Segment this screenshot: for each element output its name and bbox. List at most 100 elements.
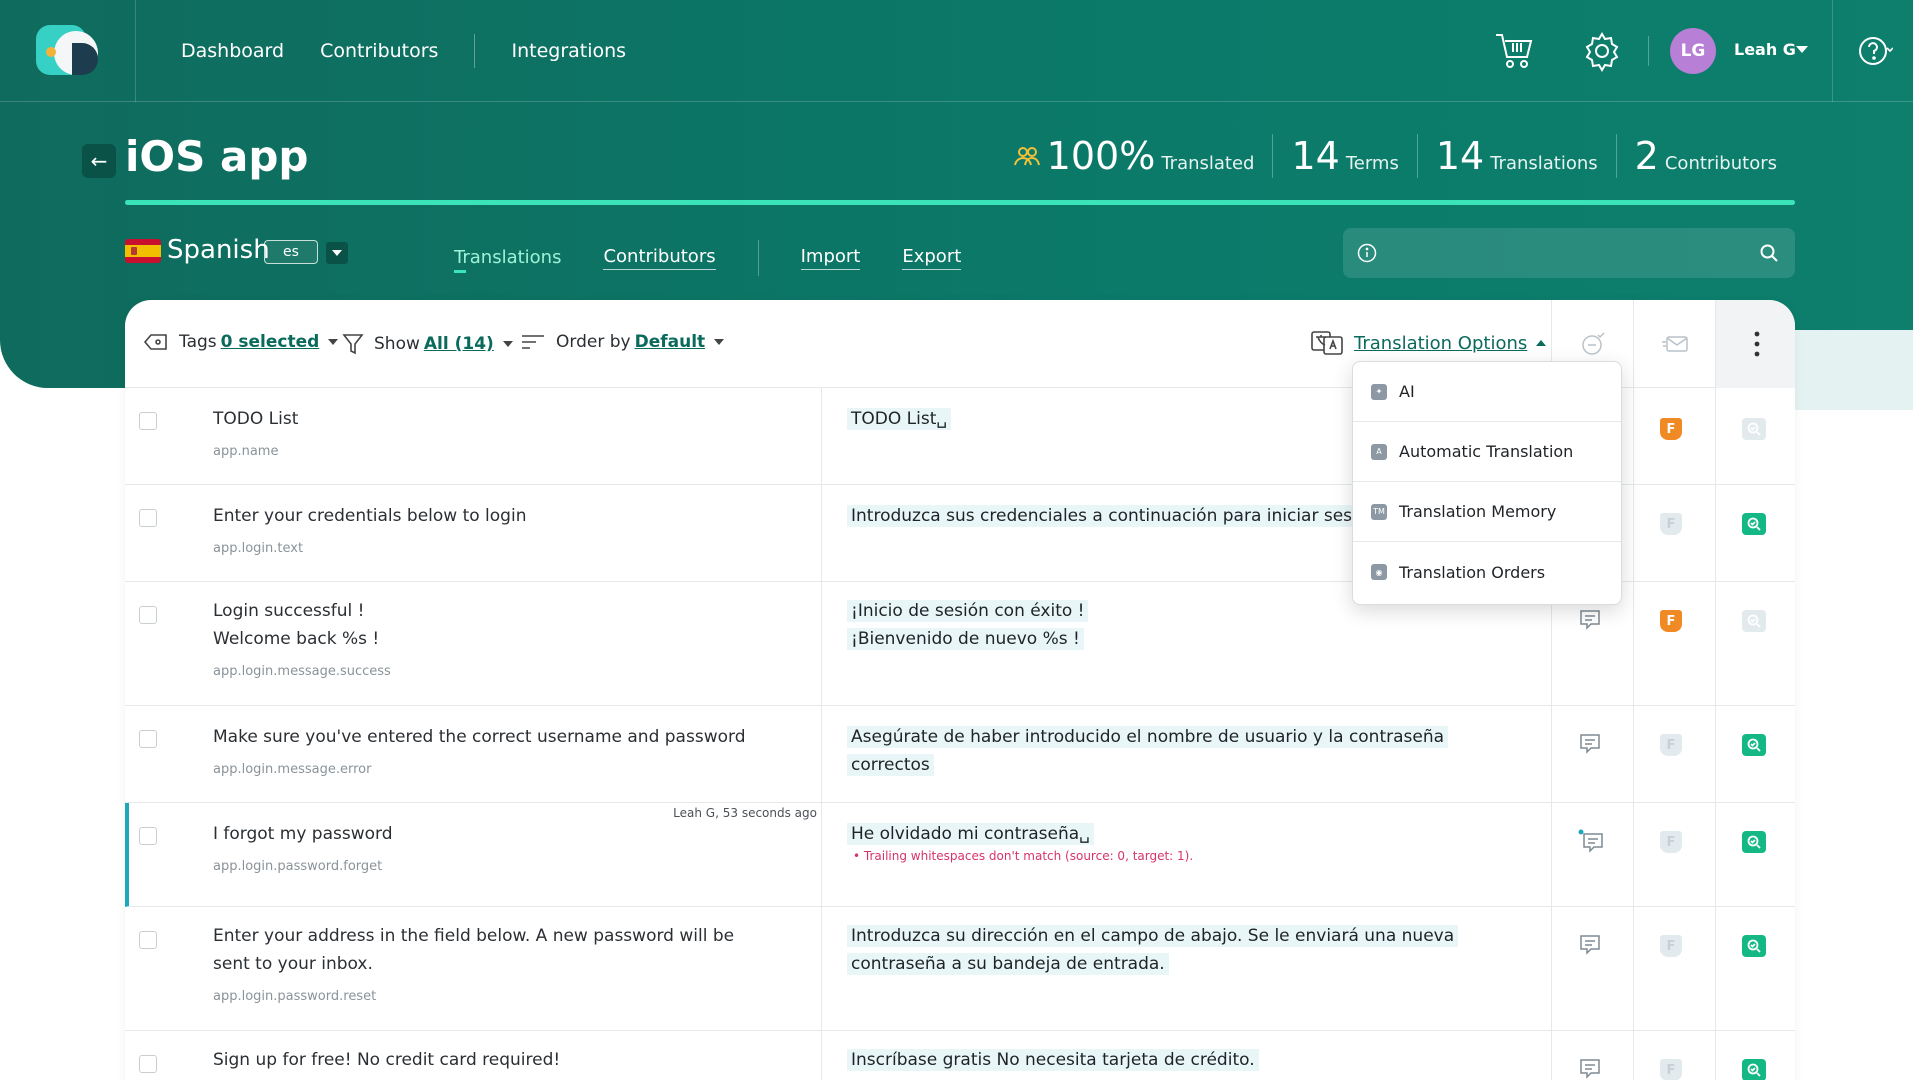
comment-icon[interactable]: [1578, 829, 1603, 853]
menu-item-ai[interactable]: ✦ AI: [1353, 362, 1621, 422]
cart-icon[interactable]: [1493, 30, 1537, 70]
last-edit-meta: Leah G, 53 seconds ago: [673, 806, 817, 820]
flag-cell[interactable]: F: [1660, 513, 1684, 537]
target-text-value[interactable]: He olvidado mi contraseña␣: [847, 823, 1094, 845]
flag-cell[interactable]: F: [1660, 610, 1684, 634]
row-checkbox[interactable]: [139, 606, 157, 624]
chevron-down-icon[interactable]: [328, 339, 339, 345]
review-cell[interactable]: [1742, 1059, 1766, 1080]
review-cell[interactable]: [1742, 935, 1766, 959]
row-checkbox[interactable]: [139, 730, 157, 748]
chevron-down-icon[interactable]: [502, 341, 513, 347]
translation-options-label[interactable]: Translation Options: [1354, 333, 1527, 354]
table-row[interactable]: Make sure you've entered the correct use…: [125, 706, 1795, 803]
tab-import[interactable]: Import: [800, 246, 861, 270]
translation-options-button[interactable]: Translation Options: [1310, 330, 1547, 356]
search-icon[interactable]: [1759, 243, 1779, 263]
user-avatar[interactable]: LG: [1670, 28, 1716, 74]
translated-percent: 100%: [1046, 134, 1156, 178]
review-check-icon[interactable]: [1742, 1059, 1766, 1080]
review-cell[interactable]: [1742, 418, 1766, 442]
flag-f-icon[interactable]: F: [1660, 610, 1682, 632]
chevron-up-icon[interactable]: [1536, 340, 1547, 346]
row-checkbox[interactable]: [139, 509, 157, 527]
flag-f-icon[interactable]: F: [1660, 513, 1682, 535]
row-checkbox[interactable]: [139, 412, 157, 430]
flag-cell[interactable]: F: [1660, 734, 1684, 758]
target-text[interactable]: Inscríbase gratis No necesita tarjeta de…: [847, 1046, 1497, 1074]
review-check-icon[interactable]: [1742, 513, 1766, 535]
review-check-icon[interactable]: [1742, 734, 1766, 756]
nav-integrations[interactable]: Integrations: [511, 40, 626, 62]
info-icon[interactable]: [1357, 243, 1377, 263]
row-checkbox[interactable]: [139, 1055, 157, 1073]
table-row[interactable]: I forgot my password app.login.password.…: [125, 803, 1795, 907]
show-filter[interactable]: Show All (14): [342, 332, 513, 356]
review-cell[interactable]: [1742, 610, 1766, 634]
tags-value[interactable]: 0 selected: [221, 332, 320, 352]
flag-cell[interactable]: F: [1660, 418, 1684, 442]
row-checkbox[interactable]: [139, 827, 157, 845]
target-text[interactable]: He olvidado mi contraseña␣: [847, 820, 1497, 848]
target-text-value[interactable]: Asegúrate de haber introducido el nombre…: [847, 726, 1449, 776]
show-value[interactable]: All (14): [424, 334, 494, 354]
flag-f-icon[interactable]: F: [1660, 935, 1682, 957]
col-header-more[interactable]: [1715, 300, 1795, 388]
search-input[interactable]: [1389, 238, 1729, 268]
term-key: app.login.message.error: [213, 762, 372, 777]
menu-item-automatic-translation[interactable]: A Automatic Translation: [1353, 422, 1621, 482]
more-vertical-icon[interactable]: [1754, 331, 1760, 357]
review-check-icon[interactable]: [1742, 610, 1766, 632]
review-check-icon[interactable]: [1742, 935, 1766, 957]
tags-filter[interactable]: Tags 0 selected: [143, 332, 339, 352]
order-filter[interactable]: Order by Default: [520, 332, 725, 352]
target-text-value[interactable]: TODO List␣: [847, 408, 952, 430]
chevron-down-icon[interactable]: [714, 339, 725, 345]
flag-cell[interactable]: F: [1660, 935, 1684, 959]
table-row[interactable]: Enter your address in the field below. A…: [125, 907, 1795, 1031]
flag-cell[interactable]: F: [1660, 1059, 1684, 1080]
help-icon[interactable]: [1857, 34, 1893, 68]
nav-contributors[interactable]: Contributors: [320, 40, 438, 62]
app-logo[interactable]: [36, 25, 98, 77]
tab-contributors[interactable]: Contributors: [603, 246, 716, 270]
target-text-value[interactable]: ¡Inicio de sesión con éxito ! ¡Bienvenid…: [847, 600, 1089, 650]
tab-export[interactable]: Export: [902, 246, 962, 270]
comment-icon[interactable]: [1578, 732, 1602, 756]
review-check-icon[interactable]: [1742, 831, 1766, 853]
order-icon: ◉: [1371, 564, 1387, 580]
review-cell[interactable]: [1742, 513, 1766, 537]
term-key: app.login.password.reset: [213, 989, 377, 1004]
flag-f-icon[interactable]: F: [1660, 831, 1682, 853]
flag-cell[interactable]: F: [1660, 831, 1684, 855]
col-header-flags[interactable]: [1633, 300, 1715, 388]
source-text: I forgot my password: [213, 824, 393, 844]
tab-translations[interactable]: Translations: [454, 247, 561, 273]
flag-f-icon[interactable]: F: [1660, 418, 1682, 440]
review-cell[interactable]: [1742, 831, 1766, 855]
target-text-value[interactable]: Introduzca su dirección en el campo de a…: [847, 925, 1459, 975]
user-name[interactable]: Leah G: [1734, 40, 1796, 59]
nav-dashboard[interactable]: Dashboard: [181, 40, 284, 62]
target-text[interactable]: Asegúrate de haber introducido el nombre…: [847, 723, 1487, 779]
review-cell[interactable]: [1742, 734, 1766, 758]
back-button[interactable]: ←: [82, 144, 116, 178]
language-dropdown-button[interactable]: [326, 242, 348, 264]
row-checkbox[interactable]: [139, 931, 157, 949]
settings-gear-icon[interactable]: [1581, 30, 1623, 72]
target-text-value[interactable]: Inscríbase gratis No necesita tarjeta de…: [847, 1049, 1259, 1071]
target-text-value[interactable]: Introduzca sus credenciales a continuaci…: [847, 505, 1382, 527]
review-check-icon[interactable]: [1742, 418, 1766, 440]
order-value[interactable]: Default: [635, 332, 706, 352]
comment-icon[interactable]: [1578, 608, 1602, 632]
comment-icon[interactable]: [1578, 1057, 1602, 1080]
menu-item-translation-orders[interactable]: ◉ Translation Orders: [1353, 542, 1621, 602]
chevron-down-icon[interactable]: [1796, 46, 1808, 53]
flag-f-icon[interactable]: F: [1660, 734, 1682, 756]
target-text[interactable]: ¡Inicio de sesión con éxito ! ¡Bienvenid…: [847, 597, 1497, 653]
target-text[interactable]: Introduzca su dirección en el campo de a…: [847, 922, 1487, 978]
comment-icon[interactable]: [1578, 933, 1602, 957]
menu-item-translation-memory[interactable]: TM Translation Memory: [1353, 482, 1621, 542]
flag-f-icon[interactable]: F: [1660, 1059, 1682, 1080]
table-row[interactable]: Sign up for free! No credit card require…: [125, 1031, 1795, 1080]
